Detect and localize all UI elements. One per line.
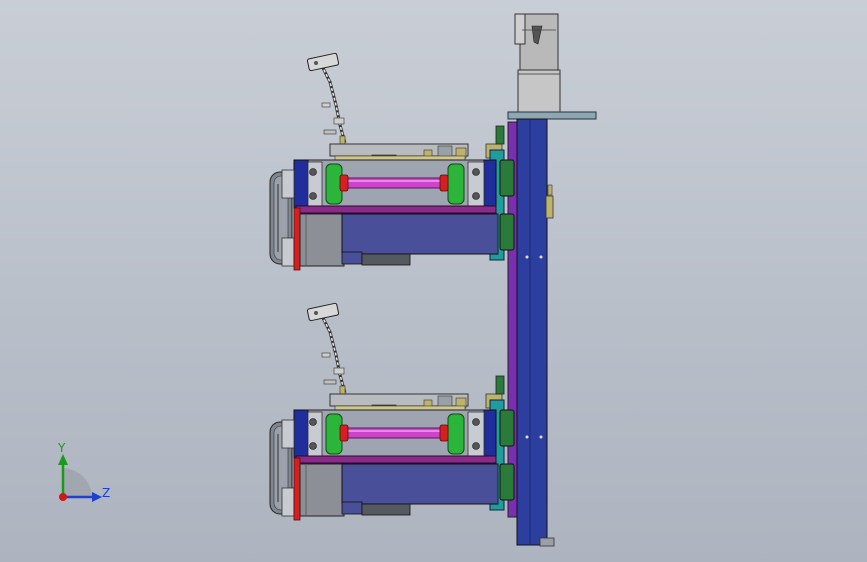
cad-viewport[interactable]: Y Z xyxy=(0,0,867,562)
top-motor xyxy=(514,13,561,113)
lower-unit xyxy=(268,301,516,522)
vertical-column xyxy=(507,118,555,547)
upper-unit xyxy=(268,51,516,272)
z-axis-label: Z xyxy=(102,486,110,500)
axis-triad: Y Z xyxy=(57,441,110,502)
z-axis-arrow xyxy=(92,492,102,502)
x-axis-dot xyxy=(59,493,67,501)
y-axis-label: Y xyxy=(57,441,66,455)
column-top-plate xyxy=(507,111,597,120)
y-axis-arrow xyxy=(58,454,68,465)
